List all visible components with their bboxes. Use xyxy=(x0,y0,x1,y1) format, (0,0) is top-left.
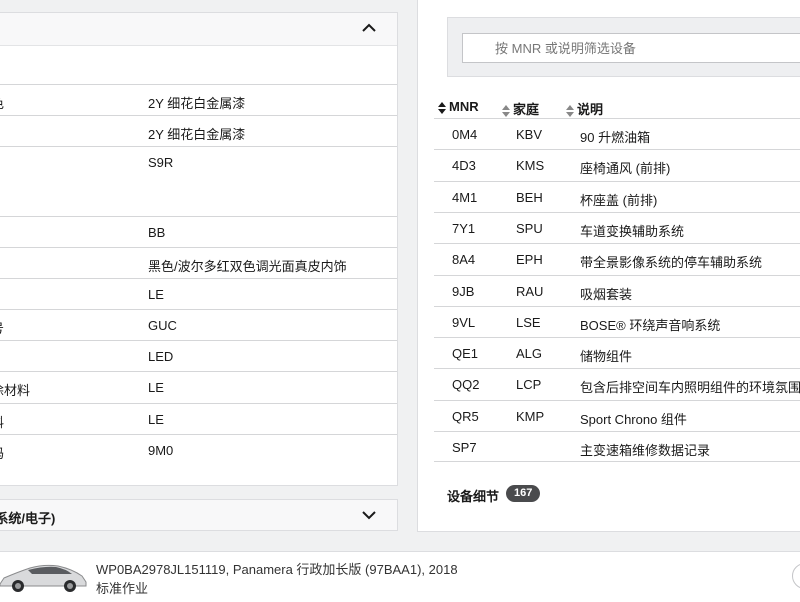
equipment-table-header: MNR 家庭 说明 xyxy=(434,96,800,118)
column-label: MNR xyxy=(449,99,479,114)
property-value: S9R xyxy=(148,155,174,170)
property-row: LE xyxy=(0,278,397,309)
description-cell: 90 升燃油箱 xyxy=(580,130,651,145)
mnr-cell: 4M1 xyxy=(452,189,478,205)
mnr-cell: QQ2 xyxy=(452,377,480,393)
property-value: LE xyxy=(148,380,164,395)
description-cell: BOSE® 环绕声音响系统 xyxy=(580,317,721,333)
table-row[interactable]: 0M4 KBV 90 升燃油箱 xyxy=(434,118,800,149)
mnr-cell: QE1 xyxy=(452,346,479,362)
sort-icon xyxy=(502,104,510,117)
property-label: 色 xyxy=(0,93,4,112)
property-row: S9R xyxy=(0,146,397,216)
column-header-mnr[interactable]: MNR xyxy=(438,99,479,114)
property-value: LE xyxy=(148,412,164,427)
equipment-panel: MNR 家庭 说明 0M4 KBV 90 升燃油箱 4D3 KMS 座椅通风 (前排) 4M… xyxy=(417,0,800,532)
table-row[interactable]: QR5 KMP Sport Chrono 组件 xyxy=(434,399,800,431)
property-value: 2Y 细花白金属漆 xyxy=(148,96,246,111)
equipment-details-label: 设备细节 xyxy=(447,489,500,504)
description-cell: 包含后排空间车内照明组件的环境氛围 xyxy=(580,380,800,396)
property-row: 号 GUC xyxy=(0,309,397,340)
column-label: 说明 xyxy=(577,102,604,117)
family-cell: RAU xyxy=(516,283,544,299)
vehicle-bar: WP0BA2978JL151119, Panamera 行政加长版 (97BAA… xyxy=(0,551,800,602)
family-cell: LCP xyxy=(516,377,542,393)
property-value: LE xyxy=(148,287,164,302)
family-cell: ALG xyxy=(516,346,543,362)
description-cell: 主变速箱维修数据记录 xyxy=(580,443,711,458)
table-bottom-border xyxy=(434,461,800,462)
family-cell: BEH xyxy=(516,189,543,205)
systems-panel-header[interactable]: (系统/电子) xyxy=(0,499,398,531)
table-row[interactable]: QQ2 LCP 包含后排空间车内照明组件的环境氛围 xyxy=(434,368,800,399)
mnr-cell: 7Y1 xyxy=(452,220,476,236)
property-value: 9M0 xyxy=(148,443,174,458)
table-row[interactable]: SP7 主变速箱维修数据记录 xyxy=(434,431,800,462)
property-label: 码 xyxy=(0,443,4,462)
table-row[interactable]: 9JB RAU 吸烟套装 xyxy=(434,274,800,306)
systems-panel-title: (系统/电子) xyxy=(0,511,56,526)
description-cell: 杯座盖 (前排) xyxy=(580,192,658,208)
column-header-family[interactable]: 家庭 xyxy=(502,99,539,118)
description-cell: Sport Chrono 组件 xyxy=(580,411,687,427)
property-label: 料 xyxy=(0,412,4,431)
mnr-cell: 8A4 xyxy=(452,252,476,268)
family-cell: EPH xyxy=(516,252,543,268)
column-header-description[interactable]: 说明 xyxy=(566,99,603,118)
table-row[interactable]: 4D3 KMS 座椅通风 (前排) xyxy=(434,149,800,180)
chevron-up-icon[interactable] xyxy=(361,20,377,36)
table-row[interactable]: 9VL LSE BOSE® 环绕声音响系统 xyxy=(434,305,800,337)
family-cell: KMP xyxy=(516,408,545,424)
property-value: 2Y 细花白金属漆 xyxy=(148,127,246,142)
property-row: 料 LE xyxy=(0,403,397,434)
car-icon xyxy=(0,556,88,596)
equipment-filter-input[interactable] xyxy=(462,33,800,63)
vehicle-info-header[interactable] xyxy=(0,13,397,46)
mnr-cell: 9VL xyxy=(452,314,476,330)
vehicle-identifier: WP0BA2978JL151119, Panamera 行政加长版 (97BAA… xyxy=(96,562,458,577)
property-row: LED xyxy=(0,340,397,371)
property-value: GUC xyxy=(148,318,177,333)
vehicle-info-panel: 色 2Y 细花白金属漆 2Y 细花白金属漆 S9R BB 黑色/波尔多红双色调光面真皮内饰… xyxy=(0,12,398,486)
family-cell: KMS xyxy=(516,158,545,174)
table-row[interactable]: 8A4 EPH 带全景影像系统的停车辅助系统 xyxy=(434,243,800,274)
mnr-cell: 4D3 xyxy=(452,158,476,174)
property-label: 涂材料 xyxy=(0,383,31,398)
property-row: 色 2Y 细花白金属漆 xyxy=(0,84,397,115)
family-cell: KBV xyxy=(516,127,543,142)
property-row: 码 9M0 xyxy=(0,434,397,465)
description-cell: 座椅通风 (前排) xyxy=(580,161,671,177)
family-cell: LSE xyxy=(516,314,541,330)
property-row: 涂材料 LE xyxy=(0,371,397,402)
table-row[interactable]: 7Y1 SPU 车道变换辅助系统 xyxy=(434,211,800,243)
property-label: 号 xyxy=(0,318,4,337)
family-cell: SPU xyxy=(516,220,543,236)
sort-icon xyxy=(566,104,574,117)
mnr-cell: QR5 xyxy=(452,408,479,424)
table-row[interactable]: 4M1 BEH 杯座盖 (前排) xyxy=(434,180,800,212)
property-row: 2Y 细花白金属漆 xyxy=(0,115,397,146)
property-value: LED xyxy=(148,349,174,364)
job-type: 标准作业 xyxy=(96,581,149,596)
chevron-down-icon[interactable] xyxy=(361,507,377,523)
sort-icon xyxy=(438,101,446,114)
table-row[interactable]: QE1 ALG 储物组件 xyxy=(434,337,800,368)
equipment-count-badge: 167 xyxy=(506,485,541,502)
description-cell: 储物组件 xyxy=(580,349,633,365)
description-cell: 带全景影像系统的停车辅助系统 xyxy=(580,255,763,271)
action-button[interactable] xyxy=(792,563,800,589)
property-row: 黑色/波尔多红双色调光面真皮内饰 xyxy=(0,247,397,278)
description-cell: 吸烟套装 xyxy=(580,286,633,302)
property-value: BB xyxy=(148,225,166,240)
mnr-cell: 0M4 xyxy=(452,127,478,142)
column-label: 家庭 xyxy=(513,102,540,117)
mnr-cell: SP7 xyxy=(452,440,477,455)
property-value: 黑色/波尔多红双色调光面真皮内饰 xyxy=(148,259,347,274)
property-row: BB xyxy=(0,216,397,247)
mnr-cell: 9JB xyxy=(452,283,475,299)
filter-container xyxy=(447,17,800,77)
description-cell: 车道变换辅助系统 xyxy=(580,223,685,239)
